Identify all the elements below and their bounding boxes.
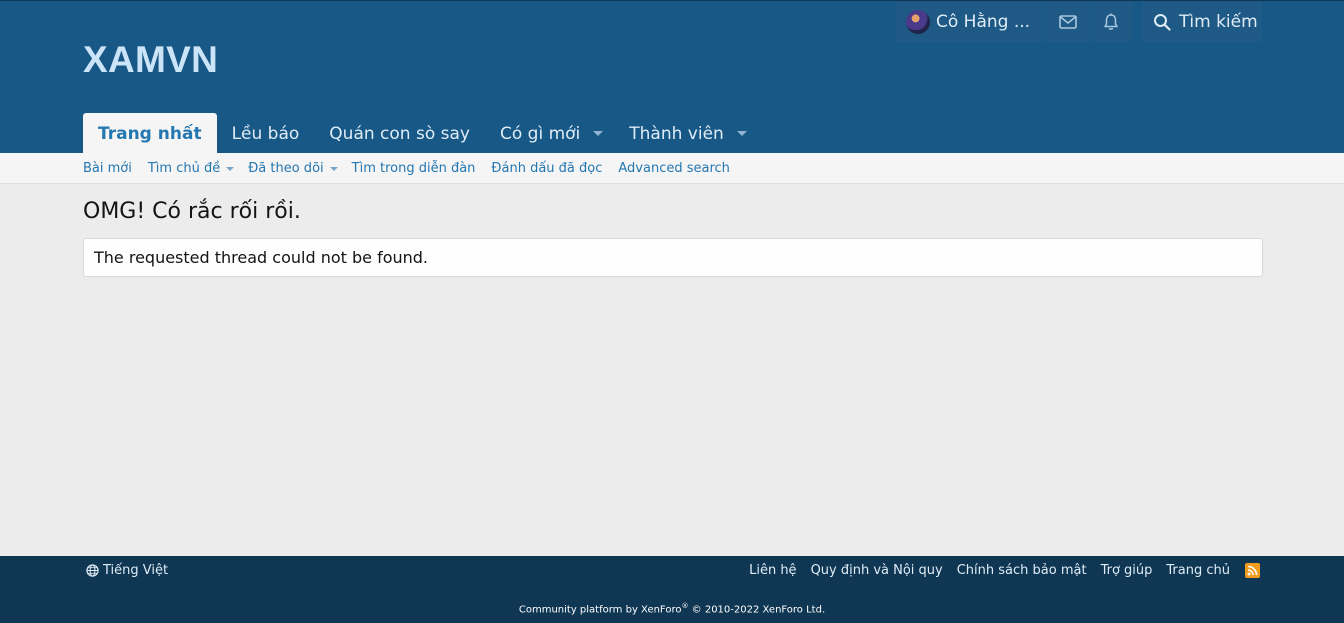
chevron-down-icon <box>736 131 747 136</box>
nav-tab-quan-con-so-say[interactable]: Quán con sò say <box>314 113 485 154</box>
nav-tab-co-gi-moi-dropdown[interactable] <box>586 113 610 154</box>
subnav-bai-moi[interactable]: Bài mới <box>83 161 132 176</box>
site-header: XAMVN Trang nhất Lều báo Quán con sò say… <box>0 0 1344 154</box>
globe-icon <box>86 564 99 577</box>
nav-tab-co-gi-moi[interactable]: Có gì mới <box>485 113 586 154</box>
envelope-icon <box>1059 14 1077 29</box>
account-name: Cô Hằng ... <box>936 11 1031 32</box>
site-logo[interactable]: XAMVN <box>83 39 218 81</box>
site-footer: Tiếng Việt Liên hệ Quy định và Nội quy C… <box>0 556 1344 623</box>
sub-nav: Bài mới Tìm chủ đề Đã theo dõi Tìm trong… <box>0 153 1344 184</box>
avatar <box>906 9 930 34</box>
footer-link-quy-dinh[interactable]: Quy định và Nội quy <box>811 563 943 578</box>
subnav-advanced-search[interactable]: Advanced search <box>618 161 730 176</box>
nav-tab-trang-nhat[interactable]: Trang nhất <box>83 113 217 154</box>
chevron-down-icon <box>226 166 235 171</box>
alerts-button[interactable] <box>1090 1 1132 42</box>
footer-link-lien-he[interactable]: Liên hệ <box>749 563 796 578</box>
error-message-text: The requested thread could not be found. <box>94 248 429 267</box>
rss-button[interactable] <box>1245 563 1260 578</box>
main-nav: Trang nhất Lều báo Quán con sò say Có gì… <box>83 113 758 154</box>
subnav-tim-trong-dien-dan[interactable]: Tìm trong diễn đàn <box>352 161 476 176</box>
account-button[interactable]: Cô Hằng ... <box>896 1 1046 42</box>
copyright-prefix[interactable]: Community platform by XenForo <box>519 604 682 615</box>
nav-tab-thanh-vien[interactable]: Thành viên <box>614 113 730 154</box>
subnav-tim-chu-de-dropdown[interactable] <box>224 153 236 184</box>
copyright: Community platform by XenForo® © 2010-20… <box>0 602 1344 615</box>
nav-tab-thanh-vien-dropdown[interactable] <box>730 113 754 154</box>
inbox-button[interactable] <box>1047 1 1089 42</box>
language-chooser[interactable]: Tiếng Việt <box>86 563 168 578</box>
search-label: Tìm kiếm <box>1179 11 1258 32</box>
page-title: OMG! Có rắc rối rồi. <box>83 199 301 224</box>
subnav-danh-dau-da-doc[interactable]: Đánh dấu đã đọc <box>491 161 602 176</box>
rss-icon <box>1247 565 1258 576</box>
footer-link-chinh-sach[interactable]: Chính sách bảo mật <box>957 563 1087 578</box>
chevron-down-icon <box>329 166 338 171</box>
bell-icon <box>1104 13 1118 30</box>
copyright-suffix: © 2010-2022 XenForo Ltd. <box>688 604 826 616</box>
footer-link-trang-chu[interactable]: Trang chủ <box>1166 563 1230 578</box>
chevron-down-icon <box>593 131 604 136</box>
language-label: Tiếng Việt <box>103 563 169 578</box>
search-icon <box>1154 13 1171 31</box>
footer-links: Liên hệ Quy định và Nội quy Chính sách b… <box>735 563 1260 578</box>
subnav-tim-chu-de[interactable]: Tìm chủ đề <box>148 161 220 176</box>
error-message: The requested thread could not be found. <box>83 238 1263 277</box>
subnav-da-theo-doi[interactable]: Đã theo dõi <box>248 161 323 176</box>
subnav-da-theo-doi-dropdown[interactable] <box>328 153 340 184</box>
search-button[interactable]: Tìm kiếm <box>1142 1 1262 42</box>
nav-tab-leu-bao[interactable]: Lều báo <box>217 113 315 154</box>
footer-link-tro-giup[interactable]: Trợ giúp <box>1101 563 1153 578</box>
